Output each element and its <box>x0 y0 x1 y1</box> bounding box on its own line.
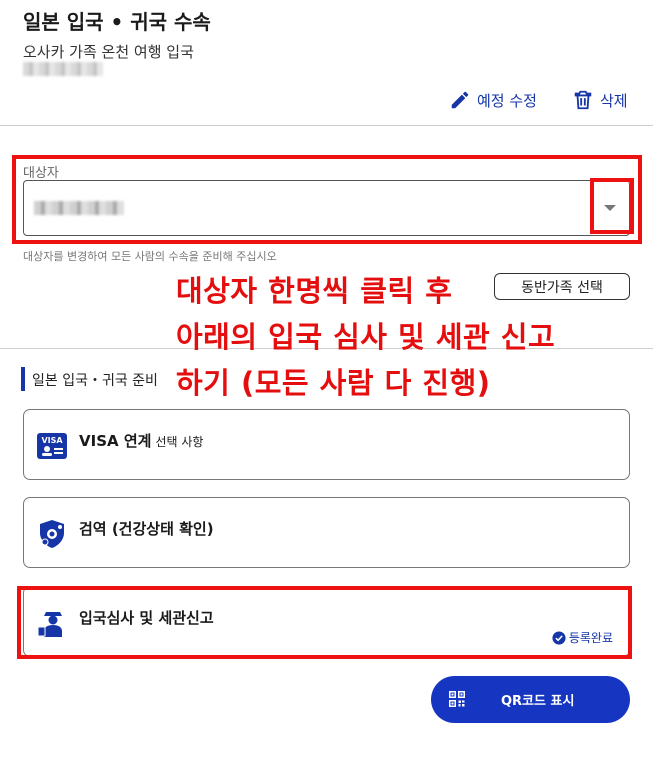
redacted-date <box>23 62 103 76</box>
registered-status-text: 등록완료 <box>568 631 613 645</box>
quarantine-icon <box>40 520 64 548</box>
dropdown-arrow-icon[interactable] <box>604 205 616 211</box>
immigration-customs-card-label: 입국심사 및 세관신고 <box>79 609 214 627</box>
immigration-customs-card[interactable]: 입국심사 및 세관신고 등록완료 <box>23 586 630 657</box>
annotation-line-2: 아래의 입국 심사 및 세관 신고 <box>176 320 556 354</box>
delete-button[interactable]: 삭제 <box>572 89 628 111</box>
visa-card[interactable]: VISA VISA 연계 선택 사항 <box>23 409 630 480</box>
section-accent-bar <box>21 367 25 391</box>
qr-code-icon <box>449 691 465 707</box>
quarantine-card[interactable]: 검역 (건강상태 확인) <box>23 497 630 568</box>
annotation-line-1: 대상자 한명씩 클릭 후 <box>176 274 453 308</box>
quarantine-card-label: 검역 (건강상태 확인) <box>79 520 214 538</box>
subject-select[interactable] <box>23 180 630 236</box>
edit-schedule-button[interactable]: 예정 수정 <box>449 89 537 111</box>
registered-status: 등록완료 <box>552 629 613 646</box>
visa-card-title: VISA 연계 <box>79 432 152 450</box>
visa-card-label: VISA 연계 선택 사항 <box>79 430 203 451</box>
edit-schedule-label: 예정 수정 <box>477 91 537 110</box>
select-family-button[interactable]: 동반가족 선택 <box>494 273 630 300</box>
show-qr-label: QR코드 표시 <box>501 694 575 709</box>
pencil-icon <box>451 91 469 109</box>
check-circle-icon <box>552 630 566 645</box>
redacted-subject-name <box>34 201 124 215</box>
visa-card-note: 선택 사항 <box>155 435 204 449</box>
subject-label: 대상자 <box>23 166 59 181</box>
annotation-line-3: 하기 (모든 사람 다 진행) <box>176 366 491 400</box>
section-title: 일본 입국・귀국 준비 <box>32 373 158 389</box>
page-title: 일본 입국 • 귀국 수속 <box>23 10 211 34</box>
immigration-officer-icon <box>37 612 62 637</box>
show-qr-button[interactable]: QR코드 표시 <box>431 676 630 723</box>
subject-helper-text: 대상자를 변경하여 모든 사람의 수속을 준비해 주십시오 <box>23 250 277 263</box>
trip-name: 오사카 가족 온천 여행 입국 <box>23 43 194 61</box>
header-divider <box>0 125 653 126</box>
delete-label: 삭제 <box>600 91 628 110</box>
visa-icon: VISA <box>37 433 67 459</box>
svg-text:VISA: VISA <box>41 436 63 445</box>
trash-icon <box>574 90 592 110</box>
